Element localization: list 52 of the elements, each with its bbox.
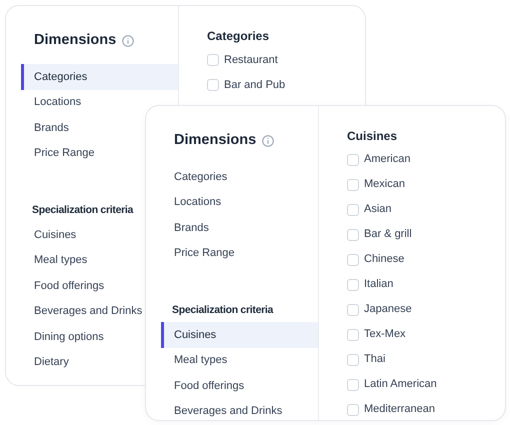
checkbox-label: Latin American xyxy=(364,377,437,392)
sidebar-item[interactable]: Locations xyxy=(161,190,222,215)
sidebar-title: Dimensions xyxy=(174,131,256,150)
sidebar-item[interactable]: Food offerings xyxy=(21,273,104,298)
sidebar-item[interactable]: Beverages and Drinks xyxy=(21,298,142,324)
info-icon[interactable] xyxy=(122,34,134,47)
checkbox-label: Mediterranean xyxy=(364,402,435,418)
sidebar-item[interactable]: Cuisines xyxy=(21,222,76,248)
sidebar-item[interactable]: Price Range xyxy=(21,140,95,166)
section-heading: Specialization criteria xyxy=(31,203,134,218)
checkbox[interactable] xyxy=(347,278,359,290)
checkbox-label: Asian xyxy=(364,202,392,218)
sidebar-item[interactable]: Meal types xyxy=(161,348,228,373)
checkbox-label: Bar & grill xyxy=(364,227,412,242)
checkbox-label: Bar and Pub xyxy=(224,78,286,93)
checkbox[interactable] xyxy=(347,178,359,190)
checkbox-label: Tex-Mex xyxy=(364,327,406,342)
sidebar-item[interactable]: Categories xyxy=(161,164,228,190)
sidebar-title: Dimensions xyxy=(34,31,116,50)
checkbox[interactable] xyxy=(347,204,359,216)
checkbox[interactable] xyxy=(347,378,359,390)
checkbox-label: Restaurant xyxy=(224,52,278,68)
checkbox[interactable] xyxy=(347,254,359,266)
sidebar-item[interactable]: Beverages and Drinks xyxy=(161,398,282,420)
checkbox[interactable] xyxy=(347,328,359,340)
section-heading: Specialization criteria xyxy=(171,303,274,318)
sidebar-item[interactable]: Categories xyxy=(21,64,178,90)
checkbox[interactable] xyxy=(347,304,359,316)
sidebar-item[interactable]: Dining options xyxy=(21,324,104,350)
sidebar-item[interactable]: Dietary xyxy=(21,350,69,375)
checkbox[interactable] xyxy=(207,79,219,92)
checkbox[interactable] xyxy=(207,54,219,66)
content-title: Categories xyxy=(207,28,270,45)
content-title: Cuisines xyxy=(347,128,398,145)
checkbox-label: Thai xyxy=(364,352,386,368)
checkbox-label: American xyxy=(364,152,410,168)
sidebar-item[interactable]: Food offerings xyxy=(161,373,244,398)
sidebar-item[interactable]: Price Range xyxy=(161,240,235,266)
checkbox-label: Mexican xyxy=(364,177,405,192)
checkbox[interactable] xyxy=(347,354,359,366)
sidebar-item[interactable]: Cuisines xyxy=(161,322,318,348)
checkbox[interactable] xyxy=(347,154,359,166)
sidebar-item[interactable]: Brands xyxy=(21,115,69,140)
sidebar-item[interactable]: Brands xyxy=(161,215,209,240)
checkbox[interactable] xyxy=(347,404,359,416)
checkbox[interactable] xyxy=(347,228,359,240)
checkbox-label: Italian xyxy=(364,277,394,292)
sidebar-item[interactable]: Locations xyxy=(21,90,82,115)
sidebar-item[interactable]: Meal types xyxy=(21,248,88,273)
info-icon[interactable] xyxy=(262,134,274,147)
checkbox-label: Japanese xyxy=(364,302,412,318)
checkbox-label: Chinese xyxy=(364,252,404,268)
